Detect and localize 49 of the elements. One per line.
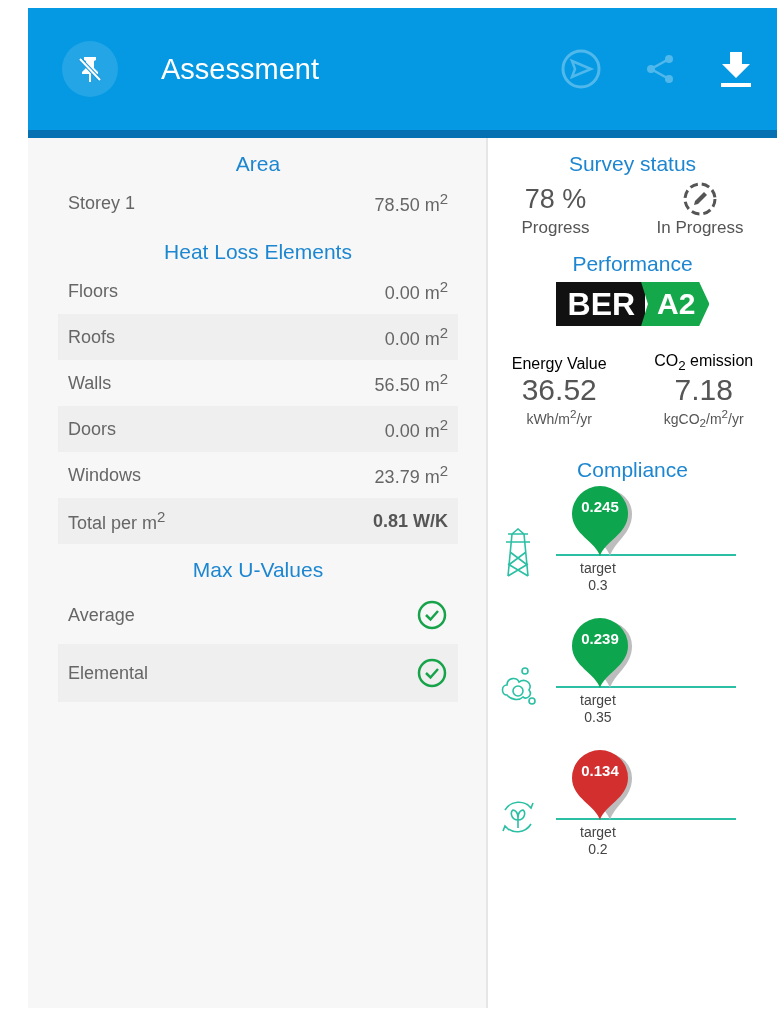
row-label: Walls: [68, 372, 112, 394]
metric-unit: kgCO$_{2}$/m$^{2}$/yr: [663, 407, 744, 430]
target-label: target: [580, 559, 616, 577]
row-value: 78.50 m$^{2}$: [374, 190, 448, 216]
row-label: Elemental: [68, 662, 149, 684]
ber-label: BER: [555, 282, 646, 326]
row-label: Average: [68, 604, 135, 626]
metric-value: 7.18: [674, 373, 733, 408]
compliance-value: 0.134: [580, 761, 620, 779]
target-label: target: [580, 823, 616, 841]
row-label: Windows: [68, 464, 142, 486]
progress-label: Progress: [521, 218, 590, 238]
section-title: Performance: [572, 251, 693, 277]
target-value: 0.35: [583, 708, 613, 726]
section-title: Compliance: [577, 456, 688, 482]
metric-label: Energy Value: [511, 355, 607, 373]
section-title: Max U-Values: [191, 557, 325, 583]
compliance-value: 0.245: [580, 497, 620, 515]
metric-label: CO$_{2}$ emission: [654, 352, 754, 374]
row-label: Doors: [68, 418, 116, 440]
row-value: 56.50 m$^{2}$: [374, 370, 448, 396]
row-value: 0.00 m$^{2}$: [384, 278, 448, 304]
row-label: Floors: [68, 280, 118, 302]
row-label: Roofs: [68, 326, 116, 348]
edit-status-icon: [682, 181, 718, 217]
send-icon: [561, 49, 601, 89]
target-value: 0.3: [587, 576, 609, 594]
status-label: In Progress: [656, 218, 744, 238]
rating-badge: A2: [641, 282, 710, 326]
metric-unit: kWh/m$^{2}$/yr: [526, 407, 592, 427]
row-value: 23.79 m$^{2}$: [374, 462, 448, 488]
row-value: 0.00 m$^{2}$: [384, 324, 448, 350]
row-label: Storey 1: [68, 192, 136, 214]
target-value: 0.2: [587, 840, 609, 858]
section-title: Survey status: [568, 151, 697, 177]
target-label: target: [580, 691, 616, 709]
total-value: 0.81 W/K: [372, 510, 448, 532]
section-title: Heat Loss Elements: [163, 239, 353, 265]
co2-cloud-icon: [499, 664, 537, 705]
download-icon: [719, 50, 753, 88]
row-value: 0.00 m$^{2}$: [384, 416, 448, 442]
unpin-button[interactable]: [62, 41, 118, 97]
page-title: Assessment: [161, 52, 320, 86]
total-label: Total per m$^{2}$: [68, 508, 166, 534]
metric-value: 36.52: [521, 373, 597, 407]
section-title: Area: [234, 151, 282, 177]
progress-value: 78 %: [524, 182, 587, 216]
pin-off-icon: [77, 55, 103, 83]
compliance-value: 0.239: [580, 629, 620, 647]
